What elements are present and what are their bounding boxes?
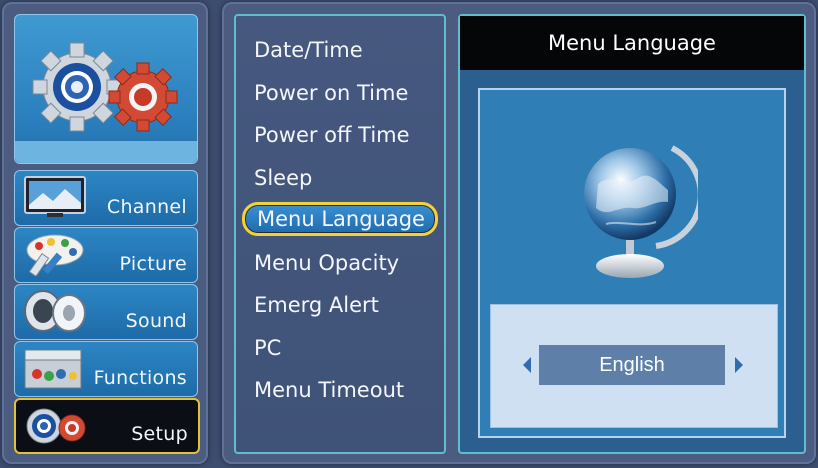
menu-item-power-off-time[interactable]: Power off Time	[254, 119, 410, 151]
sidebar-item-label: Setup	[131, 423, 188, 445]
sidebar-item-picture[interactable]: Picture	[14, 227, 198, 283]
menu-item-date-time[interactable]: Date/Time	[254, 34, 363, 66]
hero-band	[15, 141, 197, 163]
arrow-right-icon[interactable]	[735, 357, 743, 373]
menu-item-sleep[interactable]: Sleep	[254, 162, 312, 194]
palette-icon	[26, 234, 84, 276]
menu-language-panel: Menu Language English	[458, 14, 806, 454]
panel-title: Menu Language	[460, 16, 804, 70]
menu-item-menu-opacity[interactable]: Menu Opacity	[254, 247, 399, 279]
sidebar-item-label: Picture	[119, 253, 187, 275]
toolbox-icon	[24, 349, 82, 389]
sidebar-item-setup[interactable]: Setup	[14, 398, 200, 454]
tv-icon	[24, 176, 86, 217]
language-preview-area: English	[478, 88, 786, 438]
sidebar-item-label: Sound	[125, 310, 187, 332]
menu-item-pc[interactable]: PC	[254, 332, 281, 364]
speaker-icon	[24, 290, 86, 332]
menu-item-power-on-time[interactable]: Power on Time	[254, 77, 408, 109]
sidebar-item-channel[interactable]: Channel	[14, 170, 198, 226]
gears-icon	[26, 408, 86, 444]
language-selector: English	[490, 304, 778, 428]
language-value[interactable]: English	[539, 345, 725, 385]
sidebar-item-sound[interactable]: Sound	[14, 284, 198, 340]
setup-menu-list: Date/Time Power on Time Power off Time S…	[234, 14, 446, 454]
menu-item-menu-timeout[interactable]: Menu Timeout	[254, 374, 404, 406]
arrow-left-icon[interactable]	[523, 357, 531, 373]
setup-hero-banner	[14, 14, 198, 164]
sidebar-item-functions[interactable]: Functions	[14, 341, 198, 397]
globe-icon	[568, 128, 704, 288]
menu-item-emerg-alert[interactable]: Emerg Alert	[254, 289, 379, 321]
sidebar-item-label: Channel	[106, 196, 187, 218]
menu-item-menu-language[interactable]: Menu Language	[242, 202, 438, 236]
sidebar-item-label: Functions	[93, 367, 187, 389]
